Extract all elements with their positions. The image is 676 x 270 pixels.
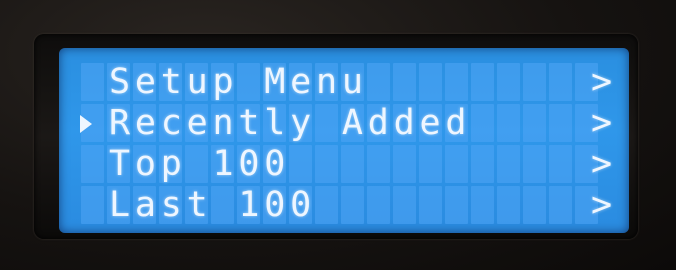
chevron-right-icon: > (591, 62, 613, 102)
lcd-character-cell (289, 145, 312, 183)
lcd-character-cell (497, 145, 520, 183)
lcd-character-cell (81, 145, 104, 183)
lcd-character-cell (523, 104, 546, 142)
lcd-character-cell (497, 63, 520, 101)
chevron-right-icon: > (591, 103, 613, 143)
lcd-character-cell (315, 145, 338, 183)
lcd-character-cell (471, 63, 494, 101)
lcd-character-cell (341, 145, 364, 183)
lcd-character-cell (367, 186, 390, 224)
chevron-right-icon: > (591, 144, 613, 184)
lcd-character-cell (471, 104, 494, 142)
lcd-character-cell (523, 63, 546, 101)
menu-item-label: Last 100 (109, 185, 316, 225)
lcd-character-cell (419, 145, 442, 183)
lcd-character-cell (549, 63, 572, 101)
lcd-character-cell (393, 63, 416, 101)
lcd-character-cell (367, 145, 390, 183)
lcd-character-cell (471, 186, 494, 224)
lcd-character-cell (445, 145, 468, 183)
device-housing: Setup Menu > Recently Added > Top 100 > … (0, 0, 676, 270)
chevron-right-icon: > (591, 185, 613, 225)
lcd-character-cell (497, 104, 520, 142)
lcd-character-cell (445, 186, 468, 224)
lcd-character-cell (367, 63, 390, 101)
lcd-character-cell (523, 145, 546, 183)
lcd-character-cell (81, 63, 104, 101)
menu-item-label: Recently Added (109, 103, 472, 143)
lcd-character-cell (341, 186, 364, 224)
lcd-character-cell (393, 145, 416, 183)
lcd-character-cell (549, 186, 572, 224)
lcd-character-cell (471, 145, 494, 183)
lcd-character-cell (445, 63, 468, 101)
lcd-character-cell (419, 186, 442, 224)
lcd-character-cell (315, 186, 338, 224)
selection-cursor-icon (80, 115, 92, 133)
menu-item-label: Setup Menu (109, 62, 368, 102)
lcd-character-cell (523, 186, 546, 224)
lcd-character-cell (393, 186, 416, 224)
lcd-character-cell (81, 186, 104, 224)
lcd-character-cell (549, 104, 572, 142)
lcd-character-cell (549, 145, 572, 183)
lcd-screen: Setup Menu > Recently Added > Top 100 > … (59, 48, 629, 233)
menu-item-label: Top 100 (109, 144, 291, 184)
lcd-character-cell (497, 186, 520, 224)
lcd-character-cell (419, 63, 442, 101)
